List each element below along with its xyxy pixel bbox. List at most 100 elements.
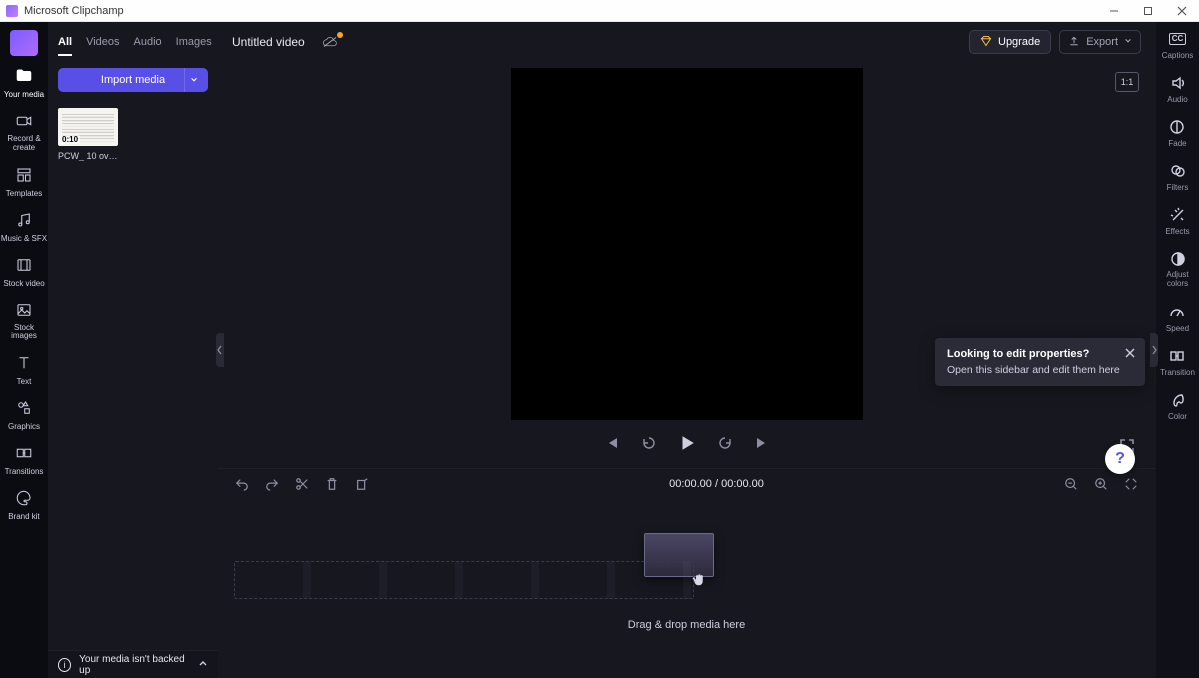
properties-hint-popover: Looking to edit properties? Open this si…	[935, 338, 1145, 386]
undo-button[interactable]	[234, 476, 250, 492]
upgrade-button[interactable]: Upgrade	[969, 30, 1051, 54]
prop-fade[interactable]: Fade	[1168, 118, 1186, 148]
skip-back-button[interactable]	[601, 433, 621, 453]
main-area: Untitled video Upgrade Export	[218, 22, 1155, 678]
timecode-separator: /	[712, 478, 721, 490]
color-picker-icon	[1169, 391, 1187, 409]
popover-body: Open this sidebar and edit them here	[947, 364, 1133, 376]
project-title[interactable]: Untitled video	[232, 35, 305, 49]
play-button[interactable]	[677, 433, 697, 453]
timeline-tracks[interactable]: Drag & drop media here	[218, 499, 1155, 649]
tab-images[interactable]: Images	[176, 36, 212, 56]
sidebar-label: Templates	[6, 189, 42, 198]
playback-controls	[218, 426, 1155, 460]
collapse-properties-handle[interactable]	[1150, 333, 1158, 367]
tab-all[interactable]: All	[58, 36, 72, 56]
sidebar-item-templates[interactable]: Templates	[6, 165, 42, 198]
primary-sidebar: Your media Record & create Templates Mus…	[0, 22, 48, 678]
prop-label: Adjust colors	[1156, 271, 1199, 289]
backup-status-bar[interactable]: i Your media isn't backed up	[48, 650, 218, 678]
timeline-drop-hint: Drag & drop media here	[234, 619, 1139, 631]
upload-icon	[1068, 35, 1080, 50]
tab-videos[interactable]: Videos	[86, 36, 119, 56]
question-mark-icon: ?	[1115, 450, 1125, 468]
tab-audio[interactable]: Audio	[134, 36, 162, 56]
prop-label: Effects	[1165, 227, 1189, 236]
sidebar-label: Record & create	[0, 135, 48, 153]
prop-label: Speed	[1166, 324, 1189, 333]
zoom-out-button[interactable]	[1063, 476, 1079, 492]
seek-forward-button[interactable]	[715, 433, 735, 453]
aspect-ratio-button[interactable]: 1:1	[1115, 72, 1139, 92]
prop-filters[interactable]: Filters	[1167, 162, 1189, 192]
clip-preview-image: 0:10	[58, 108, 118, 146]
image-icon	[14, 300, 34, 320]
warning-dot-icon	[337, 32, 343, 38]
zoom-in-button[interactable]	[1093, 476, 1109, 492]
sidebar-item-stock-video[interactable]: Stock video	[3, 255, 44, 288]
timeline-area: 00:00.00 / 00:00.00 Drag &	[218, 468, 1155, 678]
palette-icon	[14, 488, 34, 508]
sidebar-label: Stock video	[3, 279, 44, 288]
sidebar-label: Brand kit	[8, 512, 40, 521]
help-button[interactable]: ?	[1105, 444, 1135, 474]
media-tabs: All Videos Audio Images	[48, 22, 218, 62]
sidebar-item-transitions[interactable]: Transitions	[5, 443, 44, 476]
window-close-button[interactable]	[1165, 0, 1199, 22]
prop-speed[interactable]: Speed	[1166, 303, 1189, 333]
window-maximize-button[interactable]	[1131, 0, 1165, 22]
crop-button[interactable]	[354, 476, 370, 492]
camera-icon	[14, 111, 34, 131]
text-icon	[14, 353, 34, 373]
sidebar-item-record-create[interactable]: Record & create	[0, 111, 48, 153]
properties-sidebar: CC Captions Audio Fade Filters Effects	[1155, 22, 1199, 678]
timecode-total: 00:00.00	[721, 478, 764, 490]
window-minimize-button[interactable]	[1097, 0, 1131, 22]
prop-adjust-colors[interactable]: Adjust colors	[1156, 250, 1199, 289]
import-media-label: Import media	[101, 74, 165, 86]
timeline-drop-track[interactable]	[234, 561, 694, 599]
prop-effects[interactable]: Effects	[1165, 206, 1189, 236]
sidebar-item-your-media[interactable]: Your media	[4, 66, 44, 99]
delete-button[interactable]	[324, 476, 340, 492]
sidebar-item-stock-images[interactable]: Stock images	[0, 300, 48, 342]
info-icon: i	[58, 658, 71, 672]
import-media-dropdown[interactable]	[184, 68, 202, 92]
sidebar-item-music-sfx[interactable]: Music & SFX	[1, 210, 47, 243]
diamond-icon	[980, 35, 992, 50]
seek-back-button[interactable]	[639, 433, 659, 453]
prop-transition[interactable]: Transition	[1160, 347, 1195, 377]
video-preview-canvas[interactable]	[511, 68, 863, 420]
cloud-sync-off-icon[interactable]	[321, 35, 339, 49]
popover-close-button[interactable]	[1123, 346, 1137, 360]
export-button[interactable]: Export	[1059, 30, 1141, 54]
prop-label: Captions	[1162, 51, 1194, 60]
prop-color[interactable]: Color	[1168, 391, 1187, 421]
sidebar-item-brand-kit[interactable]: Brand kit	[8, 488, 40, 521]
zoom-fit-button[interactable]	[1123, 476, 1139, 492]
sidebar-label: Graphics	[8, 422, 40, 431]
app-title: Microsoft Clipchamp	[24, 5, 124, 17]
sidebar-label: Music & SFX	[1, 234, 47, 243]
transition-icon	[1168, 347, 1186, 365]
prop-label: Fade	[1168, 139, 1186, 148]
backup-message: Your media isn't backed up	[79, 654, 190, 676]
import-media-button[interactable]: Import media	[58, 68, 208, 92]
templates-icon	[14, 165, 34, 185]
speaker-icon	[1169, 74, 1187, 92]
app-icon	[6, 5, 18, 17]
skip-forward-button[interactable]	[753, 433, 773, 453]
effects-icon	[1169, 206, 1187, 224]
folder-icon	[14, 66, 34, 86]
editor-topbar: Untitled video Upgrade Export	[218, 22, 1155, 62]
prop-captions[interactable]: CC Captions	[1162, 30, 1194, 60]
sidebar-item-text[interactable]: Text	[14, 353, 34, 386]
split-button[interactable]	[294, 476, 310, 492]
redo-button[interactable]	[264, 476, 280, 492]
filters-icon	[1169, 162, 1187, 180]
prop-audio[interactable]: Audio	[1167, 74, 1187, 104]
sidebar-item-graphics[interactable]: Graphics	[8, 398, 40, 431]
media-clip-thumbnail[interactable]: 0:10 PCW_ 10 overloo...	[58, 108, 118, 161]
captions-icon: CC	[1168, 30, 1186, 48]
transition-icon	[14, 443, 34, 463]
